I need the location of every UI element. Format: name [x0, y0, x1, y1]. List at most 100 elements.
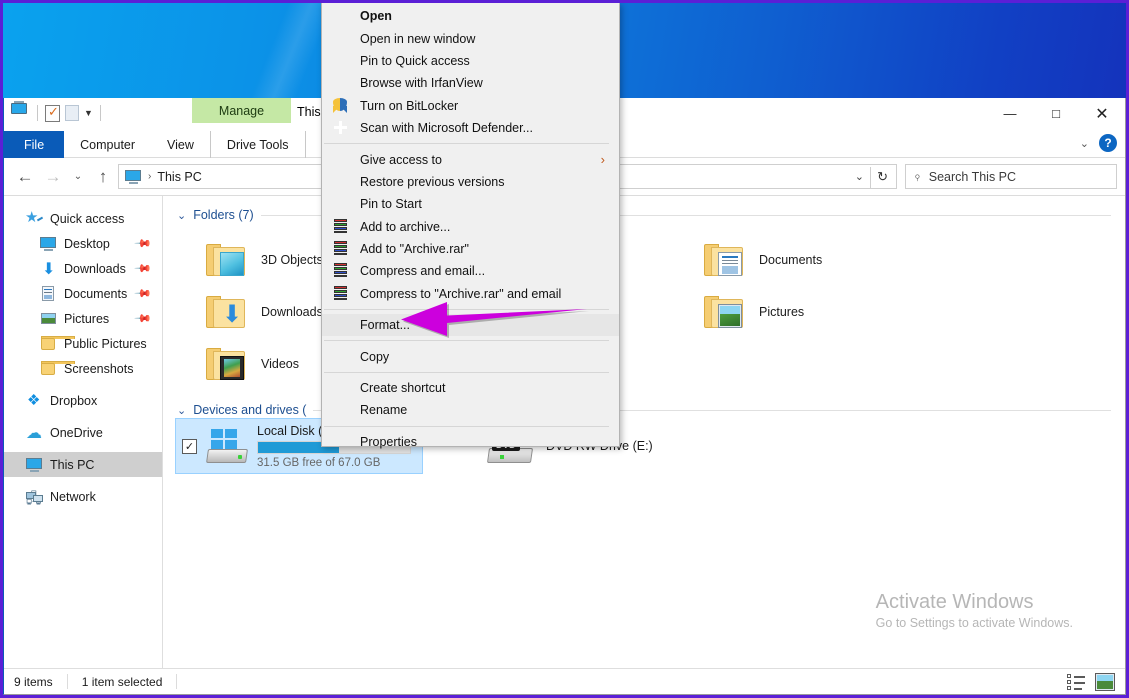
- item-label: Videos: [261, 357, 299, 371]
- no-icon: [333, 402, 351, 418]
- sidebar-item-dropbox[interactable]: Dropbox: [4, 388, 162, 413]
- tab-drive-tools[interactable]: Drive Tools: [209, 131, 306, 159]
- back-button[interactable]: ←: [12, 164, 38, 190]
- sidebar-item-this-pc[interactable]: This PC: [4, 452, 162, 477]
- menu-item-label: Compress to "Archive.rar" and email: [360, 286, 562, 301]
- group-header-folders[interactable]: ⌄ Folders (7): [163, 202, 1125, 228]
- menu-item-format[interactable]: Format...: [322, 314, 619, 337]
- minimize-button[interactable]: —: [987, 98, 1033, 129]
- menu-item-add-to-archive[interactable]: Add to archive...: [322, 216, 619, 238]
- maximize-button[interactable]: □: [1033, 98, 1079, 129]
- sidebar-item-public-pictures[interactable]: Public Pictures: [4, 331, 162, 356]
- new-folder-icon[interactable]: [65, 105, 79, 121]
- chevron-down-icon[interactable]: ⌄: [855, 170, 864, 183]
- menu-item-scan-with-defender[interactable]: Scan with Microsoft Defender...: [322, 117, 619, 139]
- folder-pictures-icon: [701, 290, 749, 334]
- pin-icon[interactable]: 📌: [134, 234, 153, 253]
- sidebar-item-quick-access[interactable]: Quick access: [4, 206, 162, 231]
- up-button[interactable]: ↑: [90, 164, 116, 190]
- sidebar-item-onedrive[interactable]: OneDrive: [4, 420, 162, 445]
- menu-item-label: Create shortcut: [360, 381, 446, 396]
- no-icon: [333, 53, 351, 69]
- no-icon: [333, 196, 351, 212]
- chevron-down-icon[interactable]: ⌄: [177, 404, 186, 417]
- help-icon[interactable]: ?: [1099, 134, 1117, 152]
- chevron-down-icon[interactable]: ⌄: [177, 209, 186, 222]
- sidebar-item-label: Downloads: [64, 261, 126, 276]
- pin-icon[interactable]: 📌: [134, 284, 153, 303]
- pictures-icon: [40, 311, 57, 327]
- menu-item-compress-to-archive-rar-and-email[interactable]: Compress to "Archive.rar" and email: [322, 283, 619, 305]
- sidebar-item-desktop[interactable]: Desktop 📌: [4, 231, 162, 256]
- divider: [176, 674, 178, 689]
- breadcrumb[interactable]: This PC: [157, 170, 201, 184]
- menu-item-pin-to-quick-access[interactable]: Pin to Quick access: [322, 50, 619, 72]
- large-icons-view-icon[interactable]: [1095, 672, 1115, 691]
- documents-icon: [40, 285, 57, 302]
- menu-item-open[interactable]: Open: [322, 5, 619, 27]
- watermark-title: Activate Windows: [875, 591, 1034, 613]
- no-icon: [333, 75, 351, 91]
- menu-separator: [324, 371, 609, 373]
- selection-checkbox[interactable]: ✓: [182, 438, 197, 454]
- sidebar-item-downloads[interactable]: Downloads 📌: [4, 256, 162, 281]
- properties-icon[interactable]: [45, 104, 60, 122]
- menu-item-pin-to-start[interactable]: Pin to Start: [322, 193, 619, 215]
- menu-item-add-to-archive-rar[interactable]: Add to "Archive.rar": [322, 238, 619, 260]
- activate-windows-watermark: Activate Windows Go to Settings to activ…: [876, 591, 1073, 630]
- winrar-icon: [333, 218, 351, 235]
- tab-view[interactable]: View: [151, 131, 210, 158]
- sidebar-item-screenshots[interactable]: Screenshots: [4, 356, 162, 381]
- customize-chevron-icon[interactable]: ▼: [84, 108, 93, 118]
- chevron-right-icon: ›: [600, 152, 605, 168]
- list-item[interactable]: Documents: [693, 234, 923, 286]
- menu-item-restore-previous-versions[interactable]: Restore previous versions: [322, 171, 619, 193]
- menu-item-create-shortcut[interactable]: Create shortcut: [322, 377, 619, 399]
- menu-item-label: Open in new window: [360, 31, 476, 46]
- chevron-down-icon[interactable]: ⌄: [1080, 137, 1089, 150]
- menu-item-label: Give access to: [360, 152, 442, 167]
- sidebar-item-label: Network: [50, 489, 96, 504]
- folder-downloads-icon: [203, 290, 251, 334]
- details-view-icon[interactable]: [1067, 673, 1087, 691]
- no-icon: [333, 31, 351, 47]
- winrar-icon: [333, 241, 351, 257]
- winrar-icon: [333, 263, 351, 279]
- winrar-icon: [333, 285, 351, 302]
- this-pc-icon[interactable]: [10, 101, 30, 123]
- forward-button[interactable]: →: [40, 164, 66, 190]
- menu-item-copy[interactable]: Copy: [322, 345, 619, 367]
- item-label: Documents: [759, 253, 823, 267]
- menu-item-open-in-new-window[interactable]: Open in new window: [322, 27, 619, 49]
- tab-computer[interactable]: Computer: [64, 131, 151, 158]
- menu-item-turn-on-bitlocker[interactable]: Turn on BitLocker: [322, 95, 619, 117]
- search-input[interactable]: ⌕ Search This PC: [905, 164, 1117, 189]
- tab-file[interactable]: File: [4, 131, 65, 158]
- divider: [870, 167, 871, 188]
- network-icon: [26, 488, 43, 512]
- menu-item-rename[interactable]: Rename: [322, 399, 619, 421]
- menu-separator: [324, 425, 609, 427]
- no-icon: [333, 174, 351, 190]
- folder-icon: [40, 335, 75, 352]
- search-icon: ⌕: [909, 168, 925, 184]
- menu-item-compress-and-email[interactable]: Compress and email...: [322, 260, 619, 282]
- view-mode-buttons: [1067, 672, 1115, 691]
- sidebar-item-documents[interactable]: Documents 📌: [4, 281, 162, 306]
- contextual-tab-group-header: Manage: [192, 98, 291, 123]
- recent-locations-button[interactable]: ⌄: [68, 164, 88, 190]
- menu-item-label: Add to "Archive.rar": [360, 242, 469, 257]
- refresh-icon[interactable]: ↻: [877, 169, 888, 185]
- menu-item-browse-with-irfanview[interactable]: Browse with IrfanView: [322, 72, 619, 94]
- menu-item-label: Properties: [360, 434, 417, 449]
- sidebar-item-pictures[interactable]: Pictures 📌: [4, 306, 162, 331]
- sidebar-item-label: OneDrive: [50, 425, 103, 440]
- pin-icon[interactable]: 📌: [134, 309, 153, 328]
- list-item[interactable]: Pictures: [693, 286, 923, 338]
- menu-item-give-access-to[interactable]: Give access to ›: [322, 148, 619, 170]
- pin-icon[interactable]: 📌: [134, 259, 153, 278]
- close-button[interactable]: ✕: [1079, 98, 1125, 129]
- menu-item-properties[interactable]: Properties: [322, 431, 619, 453]
- sidebar-item-network[interactable]: Network: [4, 484, 162, 512]
